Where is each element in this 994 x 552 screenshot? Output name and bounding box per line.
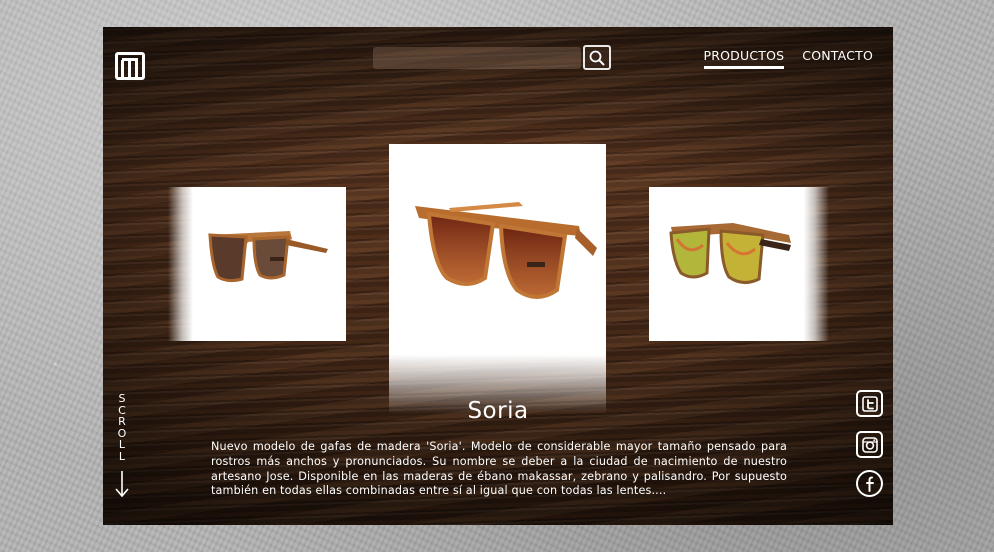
- wooden-sunglasses-brown-lens-image: [208, 231, 328, 283]
- twitter-icon: [861, 395, 878, 412]
- wooden-sunglasses-soria-image: [415, 202, 597, 299]
- instagram-button[interactable]: [856, 431, 883, 458]
- nav-contacto[interactable]: CONTACTO: [802, 48, 873, 69]
- nav-productos[interactable]: PRODUCTOS: [703, 48, 785, 69]
- product-description: Nuevo modelo de gafas de madera 'Soria'.…: [211, 440, 787, 498]
- facebook-button[interactable]: [856, 470, 883, 497]
- facebook-icon: [865, 476, 874, 492]
- search-bar: [373, 45, 611, 71]
- search-input[interactable]: [373, 47, 581, 69]
- search-button[interactable]: [583, 45, 611, 70]
- wooden-sunglasses-yellow-lens-image: [669, 223, 791, 284]
- top-nav: PRODUCTOS CONTACTO: [703, 48, 874, 69]
- instagram-icon: [861, 436, 878, 453]
- twitter-button[interactable]: [856, 390, 883, 417]
- scroll-text: SCROLL: [117, 392, 127, 463]
- m-logo-icon[interactable]: [115, 52, 145, 80]
- scroll-up-hint-icon: ˄: [53, 363, 58, 374]
- main-panel: PRODUCTOS CONTACTO Soria Nuevo modelo de…: [103, 27, 893, 525]
- carousel-item-left[interactable]: [168, 187, 346, 341]
- arrow-down-icon[interactable]: [113, 469, 131, 499]
- search-icon: [589, 50, 605, 65]
- product-title: Soria: [467, 398, 529, 424]
- carousel-item-center[interactable]: [389, 144, 606, 414]
- scroll-label: SCROLL: [114, 393, 130, 462]
- carousel-item-right[interactable]: [649, 187, 829, 341]
